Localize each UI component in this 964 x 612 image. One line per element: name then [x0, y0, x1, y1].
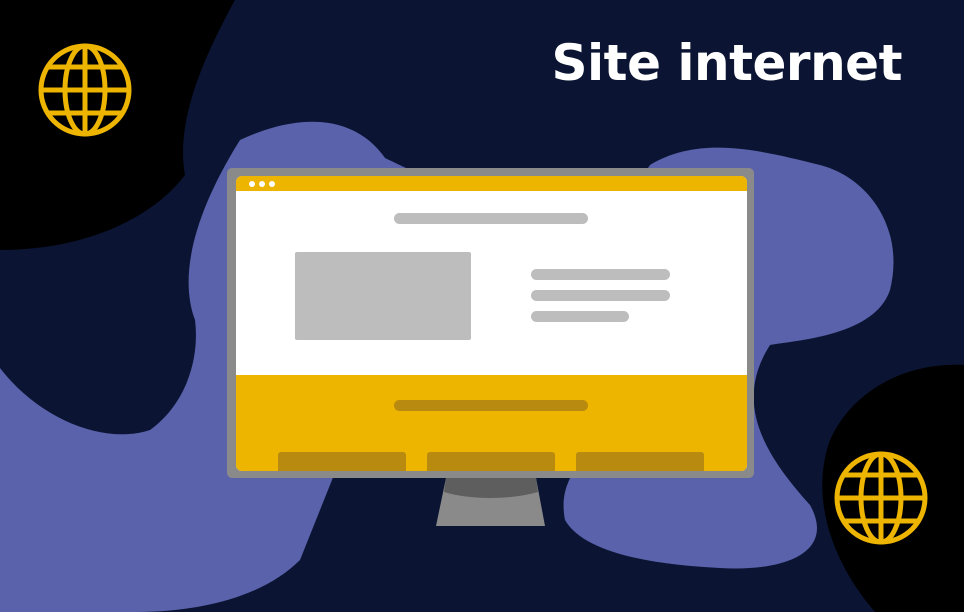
monitor-screen	[236, 176, 747, 471]
text-line-placeholder	[531, 311, 629, 322]
window-dot	[249, 181, 255, 187]
monitor-stand-shadow	[444, 478, 538, 498]
text-line-placeholder	[531, 269, 670, 280]
image-placeholder	[295, 252, 471, 340]
text-line-placeholder	[531, 290, 670, 301]
heading-placeholder	[394, 213, 588, 224]
browser-title-bar	[236, 176, 747, 191]
window-dot	[259, 181, 265, 187]
section-heading-placeholder	[394, 400, 588, 411]
window-dot	[269, 181, 275, 187]
monitor-illustration	[227, 168, 754, 526]
illustration-canvas: Site internet	[0, 0, 964, 612]
